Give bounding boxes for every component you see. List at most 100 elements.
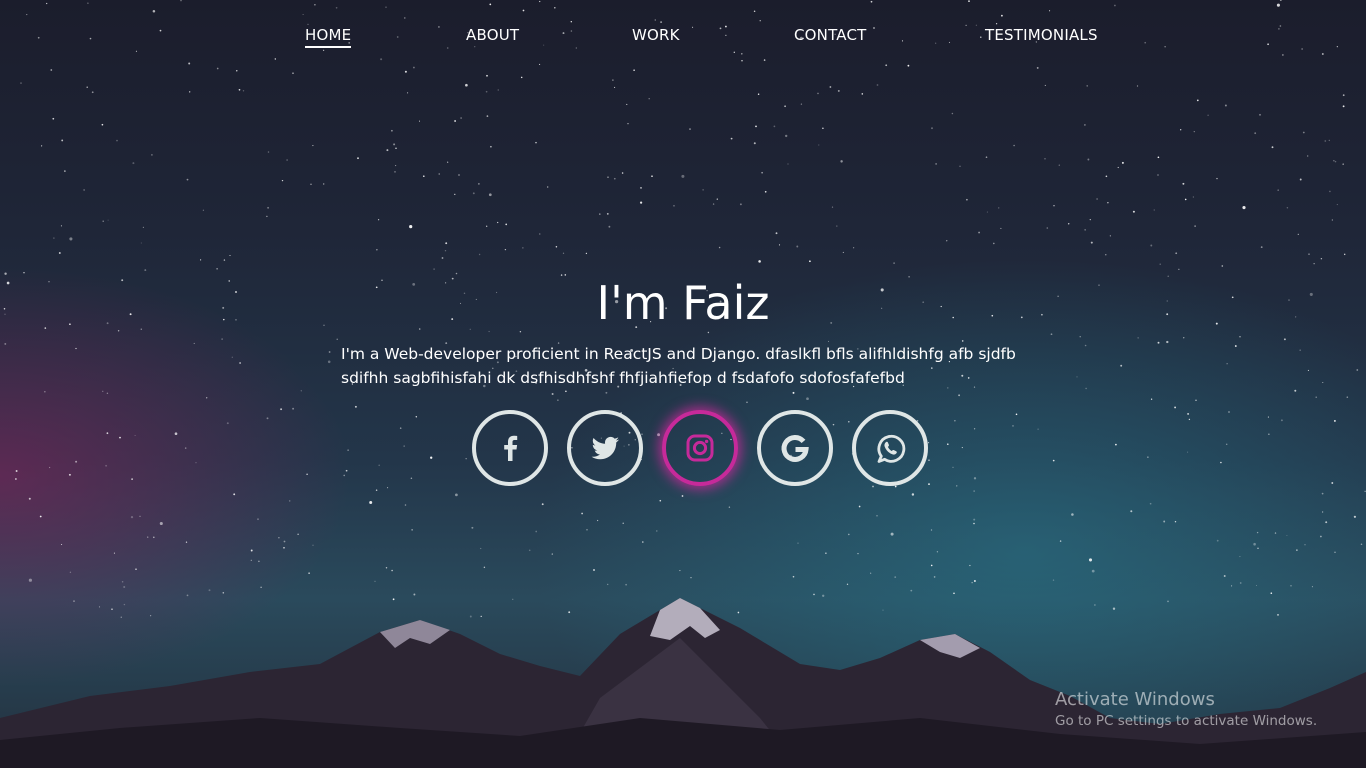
star [654, 19, 656, 21]
star [1336, 204, 1338, 206]
star [478, 253, 481, 256]
star [689, 128, 691, 131]
star [278, 537, 280, 539]
star [606, 213, 609, 215]
star [1274, 532, 1277, 534]
star [817, 92, 819, 95]
star [48, 466, 51, 469]
star [773, 125, 776, 128]
star [375, 489, 378, 491]
star [995, 23, 998, 25]
star [184, 447, 187, 449]
star [1036, 66, 1039, 69]
star [876, 84, 879, 86]
star [1150, 244, 1153, 247]
instagram-button[interactable] [662, 410, 738, 486]
star [404, 70, 407, 73]
nav-about-link[interactable]: ABOUT [466, 26, 519, 46]
star [861, 93, 864, 95]
star [101, 123, 104, 126]
star [973, 490, 975, 492]
star [968, 0, 970, 2]
star [741, 59, 743, 62]
star [409, 225, 413, 229]
star [622, 522, 624, 524]
star [746, 401, 748, 404]
star [454, 193, 456, 196]
star [848, 533, 850, 536]
star [144, 269, 147, 272]
google-button[interactable] [757, 410, 833, 486]
star [119, 436, 121, 439]
star [4, 342, 7, 345]
star [1084, 229, 1086, 231]
star [438, 173, 440, 175]
star [836, 225, 838, 227]
star [761, 171, 763, 174]
star [250, 549, 253, 552]
star [472, 192, 475, 195]
star [307, 23, 309, 26]
star [928, 459, 930, 462]
star [946, 443, 949, 446]
star [267, 151, 270, 153]
star [787, 163, 789, 165]
star [681, 174, 685, 178]
whatsapp-button[interactable] [852, 410, 928, 486]
instagram-icon [686, 434, 714, 462]
star [1299, 178, 1302, 181]
star [1283, 338, 1286, 341]
star [969, 564, 971, 567]
star [288, 500, 291, 502]
star [258, 560, 260, 563]
twitter-button[interactable] [567, 410, 643, 486]
nav-home-link[interactable]: HOME [305, 26, 352, 48]
star [444, 250, 447, 252]
star [961, 447, 963, 449]
star [599, 213, 601, 215]
star [1356, 369, 1359, 371]
star [872, 485, 874, 488]
nav-testimonials-link[interactable]: TESTIMONIALS [985, 26, 1098, 46]
star [1239, 556, 1241, 558]
star [1322, 381, 1324, 384]
star [1234, 345, 1237, 347]
star [659, 499, 662, 502]
star [1280, 419, 1283, 422]
star [951, 112, 954, 115]
star [1121, 161, 1124, 164]
star [286, 159, 288, 161]
star [1184, 198, 1187, 201]
star [15, 470, 18, 472]
star [1046, 227, 1049, 229]
hero-background: HOME ABOUT WORK CONTACT TESTIMONIALS I'm… [0, 0, 1366, 768]
nav-contact-link[interactable]: CONTACT [794, 26, 867, 46]
star [61, 543, 63, 546]
star [189, 91, 191, 93]
star [1220, 461, 1222, 464]
windows-activation-watermark: Activate Windows Go to PC settings to ac… [1055, 689, 1317, 731]
star [522, 247, 524, 249]
star [1015, 413, 1018, 416]
star [1325, 521, 1328, 524]
star [131, 478, 133, 480]
star [399, 427, 402, 429]
star [1090, 241, 1093, 244]
star [1239, 336, 1241, 338]
star [1253, 542, 1256, 546]
star [343, 474, 346, 477]
star [1174, 406, 1177, 409]
star [596, 519, 599, 522]
star [718, 246, 721, 249]
nav-work-link[interactable]: WORK [632, 26, 680, 46]
star [853, 247, 855, 249]
star [236, 70, 238, 72]
star [486, 115, 489, 117]
facebook-button[interactable] [472, 410, 548, 486]
star [1346, 396, 1349, 398]
star [1334, 160, 1337, 163]
star [20, 82, 22, 84]
star [1132, 210, 1135, 213]
star [478, 183, 480, 185]
star [673, 205, 675, 207]
